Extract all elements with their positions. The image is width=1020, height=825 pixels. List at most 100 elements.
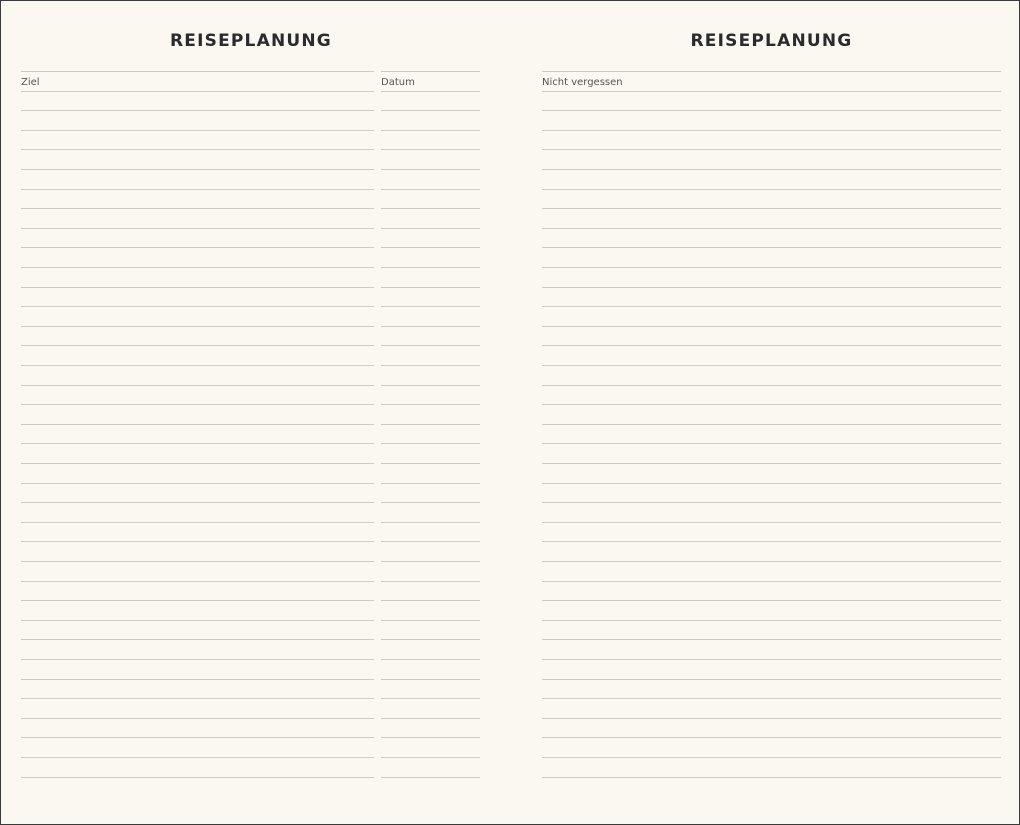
writing-line — [381, 169, 480, 170]
writing-line — [381, 306, 480, 308]
writing-line — [542, 600, 1001, 602]
writing-line — [542, 521, 1001, 523]
writing-line — [21, 208, 374, 210]
writing-line — [542, 737, 1001, 739]
writing-line — [542, 757, 1001, 758]
writing-line — [542, 90, 1001, 92]
writing-line — [542, 561, 1001, 562]
writing-line — [542, 659, 1001, 660]
writing-line — [21, 188, 374, 190]
writing-line — [21, 717, 374, 719]
writing-line — [542, 325, 1001, 327]
writing-line — [21, 325, 374, 327]
writing-line — [381, 286, 480, 288]
writing-line — [21, 698, 374, 700]
writing-line — [542, 423, 1001, 425]
writing-line — [542, 188, 1001, 190]
writing-line — [542, 776, 1001, 778]
writing-line — [381, 404, 480, 406]
planner-spread: REISEPLANUNG Ziel Datum REISEPLANUNG Nic… — [0, 0, 1020, 825]
writing-line — [381, 600, 480, 602]
writing-line — [542, 678, 1001, 680]
writing-line — [381, 188, 480, 190]
writing-line — [542, 286, 1001, 288]
writing-line — [21, 482, 374, 484]
writing-line — [542, 149, 1001, 151]
writing-line — [21, 365, 374, 366]
writing-line — [542, 619, 1001, 621]
writing-line — [381, 247, 480, 249]
writing-line — [21, 443, 374, 445]
writing-line — [21, 169, 374, 170]
writing-line — [542, 227, 1001, 229]
writing-line — [542, 482, 1001, 484]
writing-line — [381, 443, 480, 445]
writing-line — [381, 90, 480, 92]
writing-line — [21, 227, 374, 229]
writing-line — [21, 129, 374, 131]
writing-line — [542, 110, 1001, 112]
notes-column-label: Nicht vergessen — [542, 77, 623, 88]
writing-line — [21, 580, 374, 582]
date-column-label: Datum — [381, 77, 415, 88]
writing-line — [381, 365, 480, 366]
writing-line — [21, 639, 374, 641]
writing-line — [21, 521, 374, 523]
writing-line — [542, 541, 1001, 543]
writing-line — [381, 659, 480, 660]
writing-line — [381, 541, 480, 543]
writing-line — [21, 659, 374, 660]
writing-line — [542, 169, 1001, 170]
writing-line — [381, 227, 480, 229]
writing-line — [542, 580, 1001, 582]
writing-line — [381, 678, 480, 680]
writing-line — [542, 384, 1001, 386]
writing-line — [542, 463, 1001, 464]
writing-line — [381, 325, 480, 327]
writing-line — [542, 502, 1001, 504]
right-page-title: REISEPLANUNG — [690, 31, 853, 51]
writing-line — [542, 247, 1001, 249]
writing-line — [381, 208, 480, 210]
writing-line — [542, 365, 1001, 366]
writing-line — [381, 561, 480, 562]
writing-line — [381, 149, 480, 151]
writing-line — [21, 267, 374, 268]
writing-line — [21, 561, 374, 562]
writing-line — [21, 678, 374, 680]
writing-line — [381, 521, 480, 523]
writing-line — [542, 267, 1001, 268]
header-rule — [542, 71, 1001, 72]
writing-line — [381, 698, 480, 700]
writing-line — [21, 384, 374, 386]
writing-line — [21, 110, 374, 112]
writing-line — [21, 463, 374, 464]
writing-line — [21, 345, 374, 347]
writing-line — [381, 639, 480, 641]
writing-line — [542, 208, 1001, 210]
writing-line — [21, 737, 374, 739]
writing-line — [542, 639, 1001, 641]
writing-line — [21, 619, 374, 621]
writing-line — [542, 345, 1001, 347]
header-rule — [21, 71, 374, 72]
writing-line — [21, 286, 374, 288]
destination-column-label: Ziel — [21, 77, 40, 88]
writing-line — [542, 698, 1001, 700]
writing-line — [542, 443, 1001, 445]
writing-line — [381, 463, 480, 464]
writing-line — [381, 619, 480, 621]
writing-line — [381, 776, 480, 778]
writing-line — [381, 502, 480, 504]
writing-line — [21, 404, 374, 406]
writing-line — [381, 737, 480, 739]
writing-line — [542, 717, 1001, 719]
writing-line — [381, 267, 480, 268]
writing-line — [381, 423, 480, 425]
left-page-title: REISEPLANUNG — [170, 31, 332, 51]
writing-line — [381, 129, 480, 131]
writing-line — [381, 110, 480, 112]
writing-line — [21, 541, 374, 543]
writing-line — [542, 404, 1001, 406]
writing-line — [21, 757, 374, 758]
